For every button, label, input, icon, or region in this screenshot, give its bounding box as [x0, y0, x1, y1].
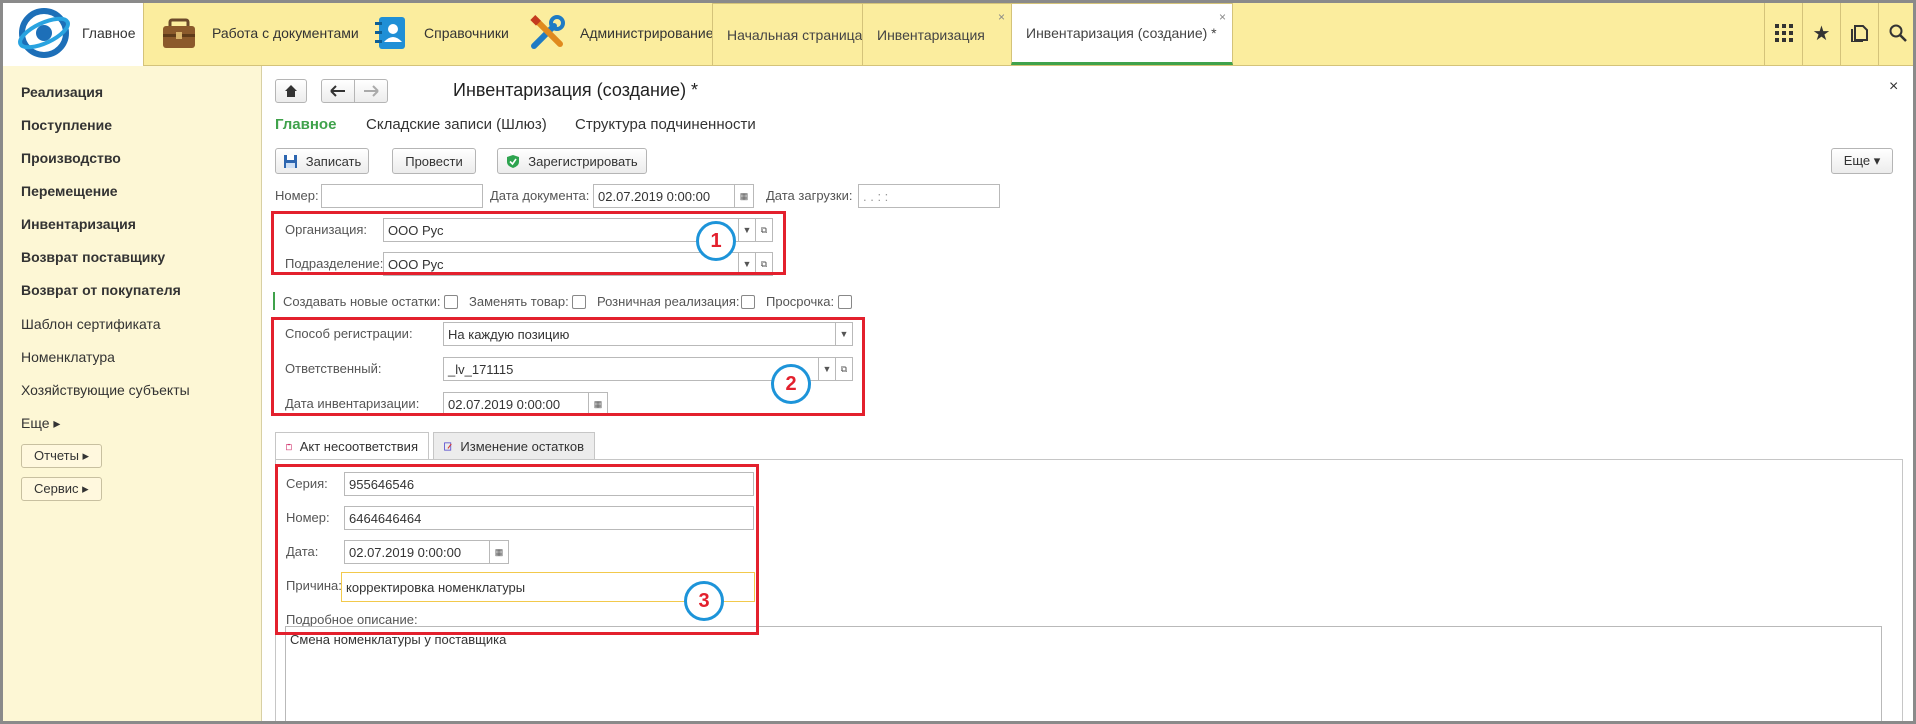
section-catalogs-label: Справочники — [424, 25, 509, 41]
tab-inventory[interactable]: Инвентаризация × — [862, 3, 1012, 65]
link-subordination[interactable]: Структура подчиненности — [575, 116, 756, 133]
close-form-icon[interactable]: × — [1889, 78, 1898, 96]
section-admin-label: Администрирование — [580, 25, 714, 41]
load-date-label: Дата загрузки: — [766, 188, 853, 203]
tab-label: Инвентаризация — [877, 26, 985, 43]
sidebar-item-production[interactable]: Производство — [21, 150, 121, 166]
section-home[interactable]: Главное — [0, 0, 144, 66]
sidebar-item-inventory[interactable]: Инвентаризация — [21, 216, 136, 232]
arrow-left-icon — [330, 85, 345, 97]
replace-goods-label: Заменять товар: — [469, 294, 569, 309]
sidebar-item-transfer[interactable]: Перемещение — [21, 183, 118, 199]
tab-label: Акт несоответствия — [299, 439, 418, 454]
sidebar-item-certificate-template[interactable]: Шаблон сертификата — [21, 316, 161, 332]
sidebar: Реализация Поступление Производство Пере… — [0, 66, 262, 724]
sidebar-item-nomenclature[interactable]: Номенклатура — [21, 349, 115, 365]
floppy-disk-icon — [283, 154, 297, 168]
description-textarea[interactable]: Смена номенклатуры у поставщика — [285, 626, 1882, 724]
save-button[interactable]: Записать — [275, 148, 369, 174]
link-main[interactable]: Главное — [275, 116, 336, 133]
section-admin[interactable]: Администрирование — [528, 0, 714, 66]
briefcase-icon — [163, 18, 195, 48]
tab-start-page[interactable]: Начальная страница — [712, 3, 863, 65]
tab-discrepancy-act[interactable]: Акт несоответствия — [275, 432, 429, 460]
address-book-icon — [375, 17, 405, 49]
replace-goods-checkbox[interactable] — [572, 295, 586, 309]
overdue-checkbox[interactable] — [838, 295, 852, 309]
post-button[interactable]: Провести — [392, 148, 476, 174]
arrow-right-icon — [364, 85, 379, 97]
star-icon[interactable]: ★ — [1802, 0, 1840, 66]
top-icons: ★ — [1764, 0, 1916, 66]
doc-date-input[interactable]: 02.07.2019 0:00:00 — [593, 184, 735, 208]
top-bar: Главное Работа с документами Справочники — [0, 0, 1916, 66]
doc-date-label: Дата документа: — [490, 188, 590, 203]
service-button[interactable]: Сервис ▸ — [21, 477, 102, 501]
retail-sale-checkbox[interactable] — [741, 295, 755, 309]
register-button[interactable]: Зарегистрировать — [497, 148, 647, 174]
marker-3: 3 — [684, 581, 724, 621]
back-button[interactable] — [321, 79, 355, 103]
search-icon[interactable] — [1878, 0, 1916, 66]
post-button-label: Провести — [405, 153, 463, 169]
section-documents-label: Работа с документами — [212, 25, 359, 41]
section-documents[interactable]: Работа с документами — [160, 0, 359, 66]
marker-2: 2 — [771, 364, 811, 404]
group-accent-bar — [273, 292, 275, 310]
forward-button[interactable] — [354, 79, 388, 103]
tab-label: Инвентаризация (создание) * — [1026, 25, 1217, 41]
calendar-icon[interactable]: ▦ — [734, 184, 754, 208]
section-home-label: Главное — [82, 25, 136, 41]
home-icon — [285, 85, 297, 97]
number-label: Номер: — [275, 188, 319, 203]
close-icon[interactable]: × — [998, 10, 1005, 24]
section-catalogs[interactable]: Справочники — [372, 0, 509, 66]
reports-button[interactable]: Отчеты ▸ — [21, 444, 103, 468]
tab-label: Изменение остатков — [460, 439, 584, 454]
form-area: Инвентаризация (создание) * × Главное Ск… — [263, 66, 1916, 724]
sidebar-item-more[interactable]: Еще ▸ — [21, 415, 60, 432]
tab-inventory-create[interactable]: Инвентаризация (создание) * × — [1011, 3, 1233, 65]
clipboard-icon — [286, 443, 292, 450]
history-icon[interactable] — [1840, 0, 1878, 66]
more-button[interactable]: Еще ▾ — [1831, 148, 1893, 174]
create-new-stock-checkbox[interactable] — [444, 295, 458, 309]
retail-sale-label: Розничная реализация: — [597, 294, 740, 309]
create-new-stock-label: Создавать новые остатки: — [283, 294, 441, 309]
number-input[interactable] — [321, 184, 483, 208]
sidebar-item-return-customer[interactable]: Возврат от покупателя — [21, 282, 181, 298]
shield-icon — [507, 154, 520, 168]
register-button-label: Зарегистрировать — [528, 153, 638, 169]
sidebar-item-return-supplier[interactable]: Возврат поставщику — [21, 249, 165, 265]
tab-stock-changes[interactable]: Изменение остатков — [433, 432, 595, 460]
highlight-box-2 — [271, 317, 865, 416]
sidebar-item-sales[interactable]: Реализация — [21, 84, 103, 100]
apps-grid-icon[interactable] — [1764, 0, 1802, 66]
marker-1: 1 — [696, 221, 736, 261]
sidebar-item-business-entities[interactable]: Хозяйствующие субъекты — [21, 382, 190, 398]
overdue-label: Просрочка: — [766, 294, 835, 309]
tools-icon — [530, 15, 565, 49]
save-button-label: Записать — [305, 153, 362, 169]
link-warehouse-records[interactable]: Складские записи (Шлюз) — [366, 116, 547, 133]
sidebar-item-receipt[interactable]: Поступление — [21, 117, 112, 133]
home-logo-icon — [18, 8, 70, 58]
close-icon[interactable]: × — [1219, 10, 1226, 24]
tab-label: Начальная страница — [727, 26, 863, 43]
home-button[interactable] — [275, 79, 307, 103]
page-title: Инвентаризация (создание) * — [453, 80, 699, 100]
open-tabs: Начальная страница Инвентаризация × Инве… — [712, 3, 1233, 66]
load-date-input[interactable]: . . : : — [858, 184, 1000, 208]
edit-document-icon — [444, 442, 452, 451]
